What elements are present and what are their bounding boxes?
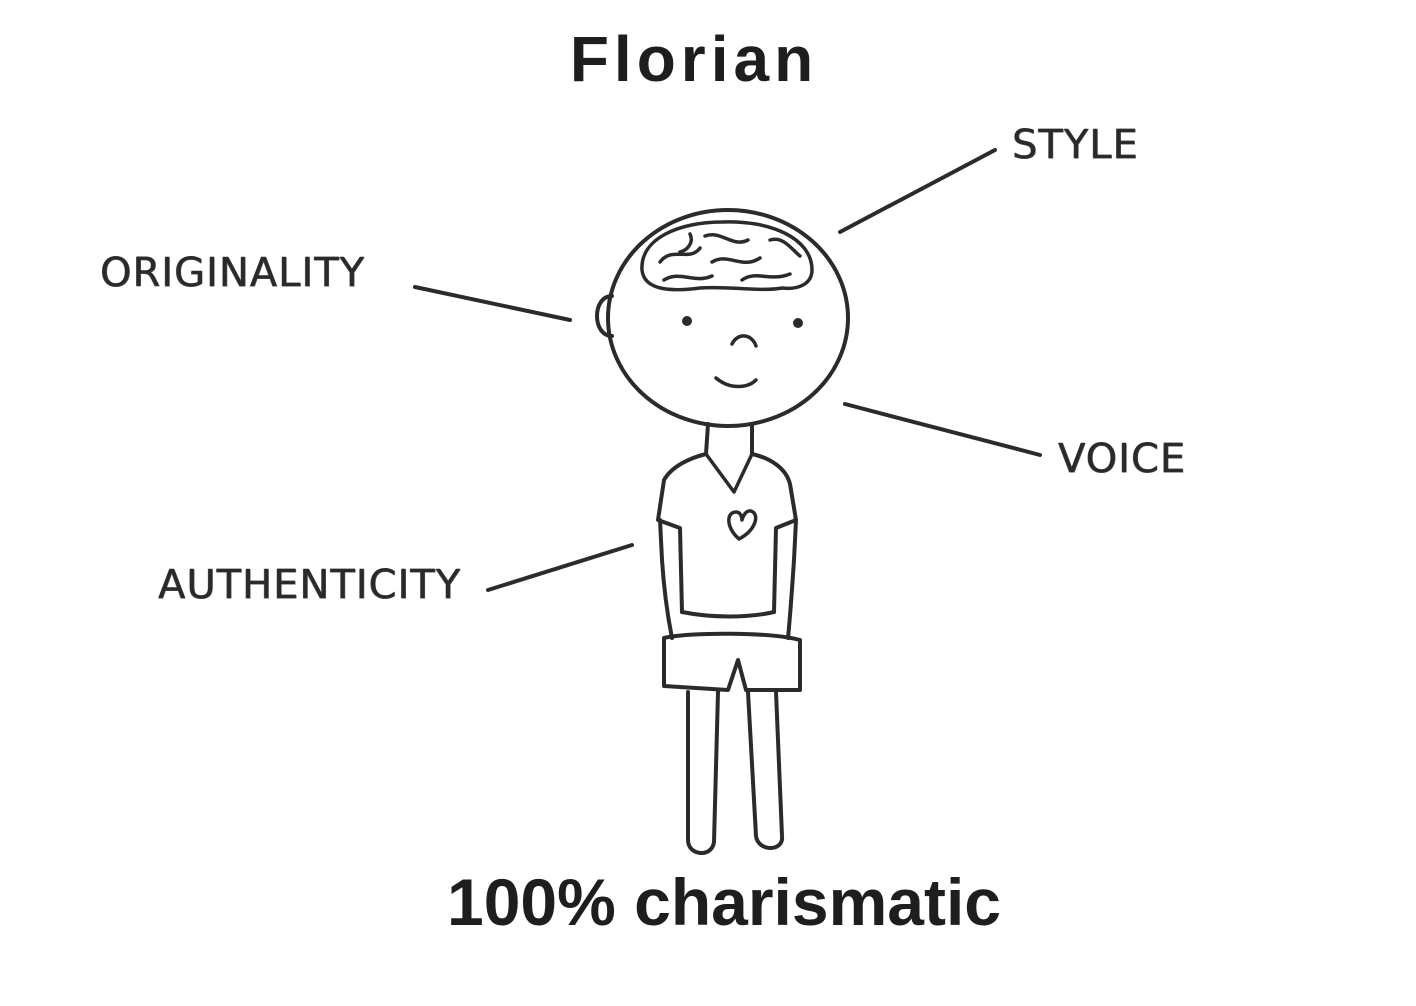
head (595, 208, 850, 428)
shorts (662, 631, 802, 692)
figure-illustration (413, 148, 1042, 855)
legs (686, 690, 784, 855)
mouth (714, 376, 758, 389)
heart-icon (727, 509, 758, 541)
brain-icon (640, 220, 814, 292)
connector-style (838, 148, 997, 234)
left-eye (682, 316, 692, 326)
connector-voice (843, 402, 1042, 457)
caption-text: 100% charismatic (446, 865, 1001, 939)
connector-originality (413, 285, 572, 322)
connector-authenticity (486, 543, 634, 592)
shirt (656, 452, 798, 640)
nose (730, 334, 758, 348)
diagram-canvas: Florian STYLE ORIGINALITY VOICE AUTHENTI… (0, 0, 1416, 1006)
right-eye (793, 318, 803, 328)
bottom-caption: 100% charismatic (0, 864, 1416, 940)
